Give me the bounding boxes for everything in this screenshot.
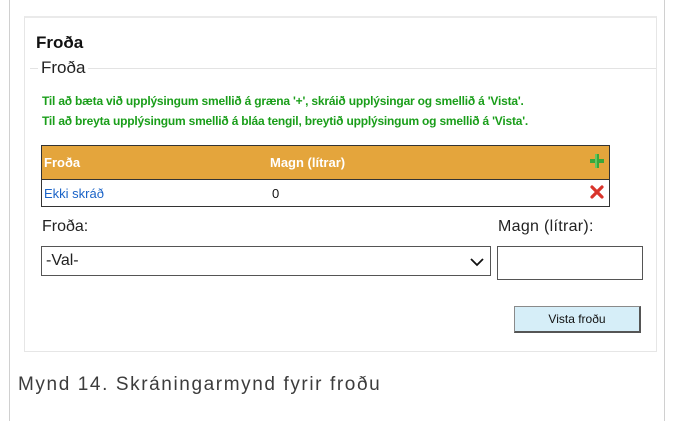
grid-header: Froða Magn (lítrar) bbox=[42, 146, 609, 180]
froda-select-value: -Val- bbox=[46, 252, 79, 269]
chevron-down-icon bbox=[470, 255, 484, 267]
fieldset-legend: Froða bbox=[38, 58, 89, 78]
hint-edit: Til að breyta upplýsingum smellið á bláa… bbox=[42, 114, 529, 128]
section-title: Froða bbox=[36, 33, 84, 52]
hint-add: Til að bæta við upplýsingum smellið á gr… bbox=[42, 94, 524, 108]
table-row: Ekki skráð 0 bbox=[42, 180, 609, 206]
froda-grid: Froða Magn (lítrar) Ekki skráð 0 bbox=[41, 145, 610, 207]
froda-label: Froða: bbox=[42, 218, 89, 235]
froda-select[interactable]: -Val- bbox=[41, 246, 491, 276]
column-header-froda: Froða bbox=[44, 155, 81, 170]
magn-input[interactable] bbox=[497, 246, 643, 280]
magn-label: Magn (lítrar): bbox=[498, 218, 594, 235]
figure-caption: Mynd 14. Skráningarmynd fyrir froðu bbox=[18, 374, 382, 395]
plus-icon[interactable] bbox=[590, 153, 604, 169]
x-icon[interactable] bbox=[590, 185, 604, 199]
column-header-magn: Magn (lítrar) bbox=[270, 155, 346, 170]
froda-link[interactable]: Ekki skráð bbox=[44, 186, 104, 201]
save-froda-button[interactable]: Vista froðu bbox=[514, 306, 641, 333]
magn-value: 0 bbox=[272, 186, 280, 201]
